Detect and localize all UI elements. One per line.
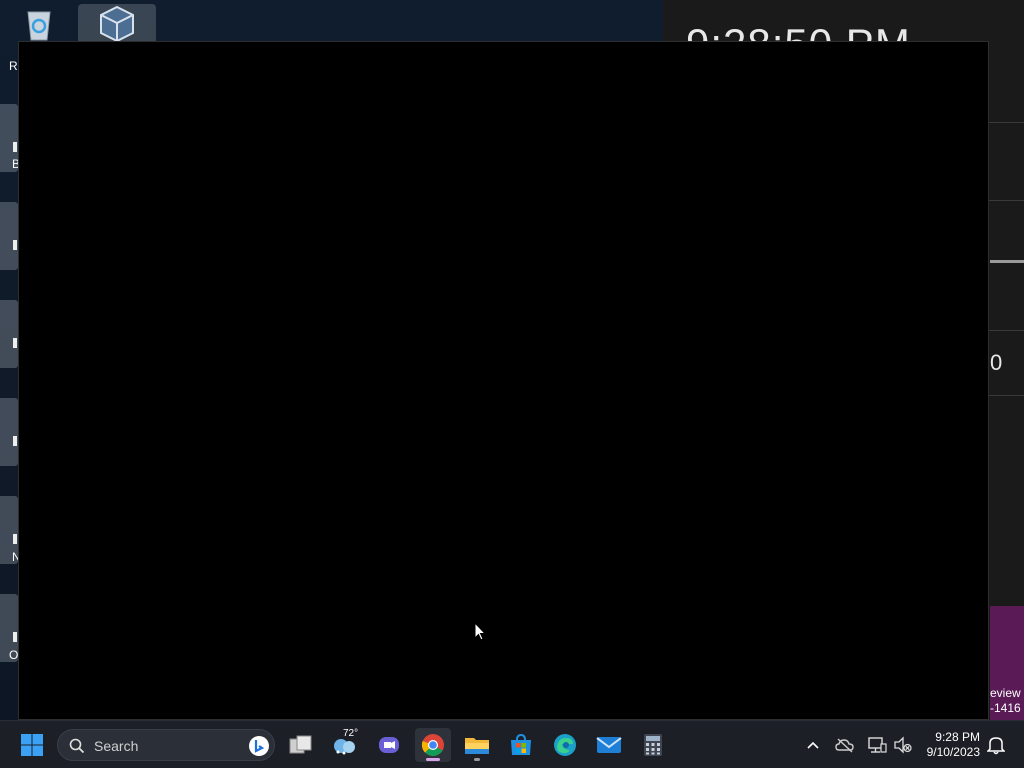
- desktop-shortcut-tile[interactable]: [0, 202, 18, 270]
- shortcut-label: O: [9, 648, 19, 662]
- chat-icon: [379, 737, 399, 753]
- chrome-button[interactable]: [415, 728, 451, 762]
- notification-bell-icon[interactable]: [986, 735, 1006, 755]
- virtualbox-icon[interactable]: [78, 4, 156, 44]
- volume-muted-icon[interactable]: [893, 735, 913, 755]
- task-view-button[interactable]: [283, 728, 319, 762]
- start-button[interactable]: [14, 728, 50, 762]
- divider: [988, 330, 1024, 331]
- tray-time: 9:28 PM: [935, 730, 980, 744]
- taskbar: Search 72° 9:28 PM 9/10/2023: [0, 720, 1024, 768]
- edge-button[interactable]: [547, 728, 583, 762]
- mail-button[interactable]: [591, 728, 627, 762]
- search-icon: [69, 738, 85, 754]
- task-view-icon: [289, 735, 312, 754]
- divider: [988, 395, 1024, 396]
- calculator-icon: [644, 734, 662, 756]
- mouse-cursor-icon: [474, 621, 487, 642]
- onedrive-offline-icon[interactable]: [835, 735, 855, 755]
- file-explorer-button[interactable]: [459, 728, 495, 762]
- folder-icon: [465, 738, 489, 754]
- calculator-button[interactable]: [635, 728, 671, 762]
- search-placeholder: Search: [94, 738, 139, 754]
- bing-icon[interactable]: [248, 735, 270, 757]
- divider: [988, 122, 1024, 123]
- recycle-bin-icon[interactable]: [20, 8, 58, 42]
- weather-temperature: 72°: [343, 728, 359, 739]
- blank-app-window[interactable]: [18, 41, 989, 720]
- desktop-shortcut-tile[interactable]: [0, 398, 18, 466]
- chat-button[interactable]: [371, 728, 407, 762]
- clock-partial-value: 0: [990, 350, 1003, 375]
- chrome-icon: [421, 734, 444, 756]
- microsoft-store-button[interactable]: [503, 728, 539, 762]
- preview-label: eview: [990, 686, 1021, 700]
- slider-track[interactable]: [990, 260, 1024, 263]
- desktop-shortcut-tile[interactable]: [0, 300, 18, 368]
- show-hidden-icons-chevron-up-icon[interactable]: [803, 735, 823, 755]
- edge-icon: [554, 734, 576, 756]
- network-icon[interactable]: [867, 735, 887, 755]
- mail-icon: [596, 737, 622, 753]
- store-icon: [511, 733, 531, 755]
- taskbar-clock[interactable]: 9:28 PM 9/10/2023: [927, 730, 980, 760]
- windows-logo-icon: [21, 734, 43, 756]
- preview-build: -1416: [990, 701, 1021, 715]
- divider: [988, 200, 1024, 201]
- tray-date: 9/10/2023: [926, 745, 980, 759]
- recycle-bin-label: R: [9, 59, 18, 73]
- taskbar-search[interactable]: Search: [57, 729, 275, 761]
